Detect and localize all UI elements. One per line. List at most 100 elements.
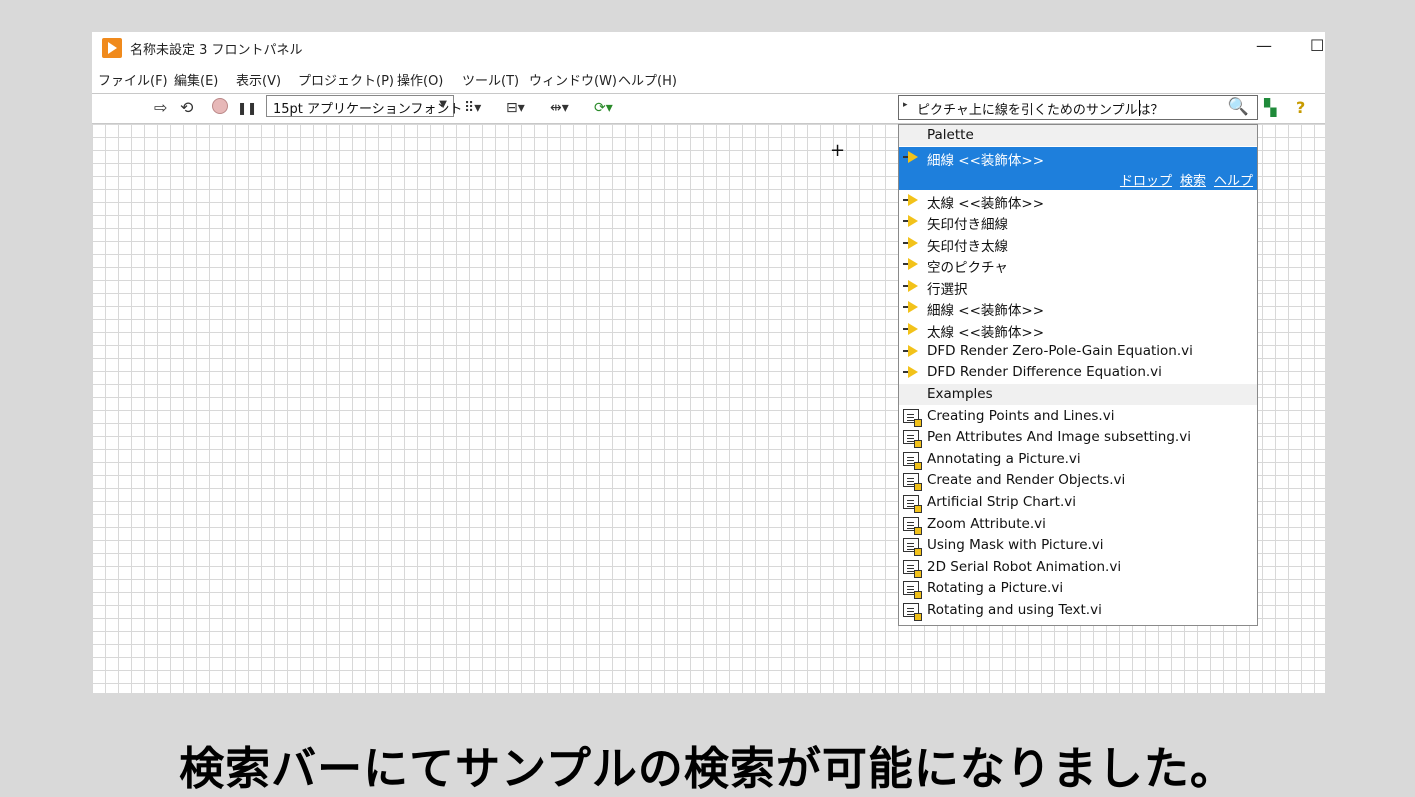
search-results-dropdown: Palette 細線 <<装飾体>> ドロップ 検索 ヘルプ 太線 <<装飾体>> …: [898, 124, 1258, 626]
result-label: 矢印付き細線: [927, 217, 1008, 233]
maximize-icon[interactable]: ☐: [1310, 36, 1324, 55]
result-label: 太線 <<装飾体>>: [927, 325, 1045, 341]
result-label: DFD Render Difference Equation.vi: [927, 364, 1162, 380]
example-result-item[interactable]: Using Mask with Picture.vi: [899, 535, 1257, 556]
palette-vi-icon: [903, 344, 919, 358]
menu-window[interactable]: ウィンドウ(W): [529, 70, 617, 89]
result-label: Rotating a Picture.vi: [927, 580, 1064, 596]
crosshair-cursor-icon: +: [830, 140, 846, 161]
reorder-icon[interactable]: ⟳▾: [594, 98, 613, 118]
distribute-objects-icon[interactable]: ⊟▾: [506, 98, 525, 118]
example-result-item[interactable]: 2D Serial Robot Animation.vi: [899, 557, 1257, 578]
palette-vi-icon: [903, 257, 919, 271]
find-link[interactable]: 検索: [1180, 174, 1206, 189]
menu-project[interactable]: プロジェクト(P): [298, 70, 394, 89]
result-label: Artificial Strip Chart.vi: [927, 494, 1076, 510]
window-title: 名称未設定 3 フロントパネル: [130, 43, 303, 58]
result-label: Pen Attributes And Image subsetting.vi: [927, 429, 1191, 445]
help-link[interactable]: ヘルプ: [1214, 174, 1253, 189]
drop-link[interactable]: ドロップ: [1120, 174, 1172, 189]
example-vi-icon: [903, 452, 922, 470]
palette-vi-icon: [903, 236, 919, 250]
example-vi-icon: [903, 581, 922, 599]
palette-result-item[interactable]: DFD Render Difference Equation.vi: [899, 362, 1257, 383]
palette-result-item[interactable]: 空のピクチャ: [899, 254, 1257, 276]
palette-result-item[interactable]: 太線 <<装飾体>>: [899, 190, 1257, 212]
palette-result-item[interactable]: 矢印付き細線: [899, 211, 1257, 233]
menu-edit[interactable]: 編集(E): [174, 70, 218, 89]
palette-result-item[interactable]: 太線 <<装飾体>>: [899, 319, 1257, 341]
run-arrow-icon[interactable]: ⇨: [154, 98, 167, 118]
palette-result-item[interactable]: 矢印付き太線: [899, 233, 1257, 255]
menu-operate[interactable]: 操作(O): [397, 70, 443, 89]
palette-vi-icon: [903, 300, 919, 314]
example-vi-icon: [903, 495, 922, 513]
example-result-item[interactable]: Rotating a Picture.vi: [899, 578, 1257, 599]
palette-vi-icon: [903, 193, 919, 207]
example-result-item[interactable]: Rotating and using Text.vi: [899, 600, 1257, 621]
align-objects-icon[interactable]: ⠿▾: [464, 98, 481, 118]
palette-result-item[interactable]: 細線 <<装飾体>> ドロップ 検索 ヘルプ: [899, 147, 1257, 190]
result-label: Create and Render Objects.vi: [927, 472, 1126, 488]
menu-help[interactable]: ヘルプ(H): [618, 70, 677, 89]
selected-item-actions: ドロップ 検索 ヘルプ: [1112, 170, 1253, 189]
chevron-down-icon: ▼: [439, 99, 447, 110]
example-result-item[interactable]: Zoom Attribute.vi: [899, 514, 1257, 535]
example-vi-icon: [903, 430, 922, 448]
menu-file[interactable]: ファイル(F): [98, 70, 168, 89]
caption-text: 検索バーにてサンプルの検索が可能になりました。: [179, 742, 1236, 795]
result-label: Rotating and using Text.vi: [927, 602, 1102, 618]
example-vi-icon: [903, 409, 922, 427]
examples-header-label: Examples: [927, 386, 993, 402]
abort-execution-icon[interactable]: [212, 98, 228, 114]
examples-section-header: Examples: [899, 384, 1257, 405]
palette-vi-icon: [903, 150, 919, 164]
result-label: Zoom Attribute.vi: [927, 516, 1046, 532]
example-result-item[interactable]: Pen Attributes And Image subsetting.vi: [899, 427, 1257, 448]
comments-icon[interactable]: ▚: [1264, 98, 1276, 118]
resize-objects-icon[interactable]: ⇹▾: [550, 98, 569, 118]
result-label: 太線 <<装飾体>>: [927, 196, 1045, 212]
palette-vi-icon: [903, 322, 919, 336]
palette-result-item[interactable]: 細線 <<装飾体>>: [899, 297, 1257, 319]
example-vi-icon: [903, 473, 922, 491]
title-bar: 名称未設定 3 フロントパネル — ☐: [92, 32, 1325, 64]
search-input[interactable]: ▸ ピクチャ上に線を引くためのサンプルは？ 🔍: [898, 95, 1258, 120]
menu-tools[interactable]: ツール(T): [462, 70, 519, 89]
palette-section-header: Palette: [899, 125, 1257, 146]
pause-icon[interactable]: ❚❚: [237, 98, 257, 118]
palette-result-item[interactable]: 行選択: [899, 276, 1257, 298]
run-continuously-icon[interactable]: ⟲: [180, 98, 193, 118]
font-select-value: 15pt アプリケーションフォント: [273, 102, 463, 117]
palette-vi-icon: [903, 365, 919, 379]
search-icon[interactable]: 🔍: [1228, 97, 1249, 117]
result-label: DFD Render Zero-Pole-Gain Equation.vi: [927, 343, 1193, 359]
context-help-icon[interactable]: ?: [1296, 98, 1305, 118]
result-label: 行選択: [927, 282, 968, 298]
example-result-item[interactable]: Create and Render Objects.vi: [899, 470, 1257, 491]
example-vi-icon: [903, 603, 922, 621]
labview-app-icon: [102, 38, 122, 58]
example-result-item[interactable]: Annotating a Picture.vi: [899, 449, 1257, 470]
result-label: Annotating a Picture.vi: [927, 451, 1081, 467]
example-vi-icon: [903, 517, 922, 535]
result-label: 細線 <<装飾体>>: [927, 153, 1045, 169]
minimize-icon[interactable]: —: [1256, 36, 1272, 55]
menu-bar: ファイル(F) 編集(E) 表示(V) プロジェクト(P) 操作(O) ツール(…: [92, 68, 1325, 90]
search-scope-icon: ▸: [903, 100, 908, 110]
menu-view[interactable]: 表示(V): [236, 70, 281, 89]
palette-vi-icon: [903, 214, 919, 228]
labview-front-panel-window: 名称未設定 3 フロントパネル — ☐ ファイル(F) 編集(E) 表示(V) …: [92, 32, 1325, 693]
search-input-value: ピクチャ上に線を引くためのサンプルは？: [917, 103, 1164, 118]
result-label: 矢印付き太線: [927, 239, 1008, 255]
text-caret: [1139, 100, 1140, 116]
result-label: 空のピクチャ: [927, 260, 1008, 276]
example-result-item[interactable]: Artificial Strip Chart.vi: [899, 492, 1257, 513]
example-result-item[interactable]: Creating Points and Lines.vi: [899, 406, 1257, 427]
result-label: Using Mask with Picture.vi: [927, 537, 1104, 553]
palette-vi-icon: [903, 279, 919, 293]
result-label: 2D Serial Robot Animation.vi: [927, 559, 1122, 575]
font-select[interactable]: 15pt アプリケーションフォント ▼: [266, 95, 462, 117]
palette-result-item[interactable]: DFD Render Zero-Pole-Gain Equation.vi: [899, 341, 1257, 362]
example-vi-icon: [903, 538, 922, 556]
